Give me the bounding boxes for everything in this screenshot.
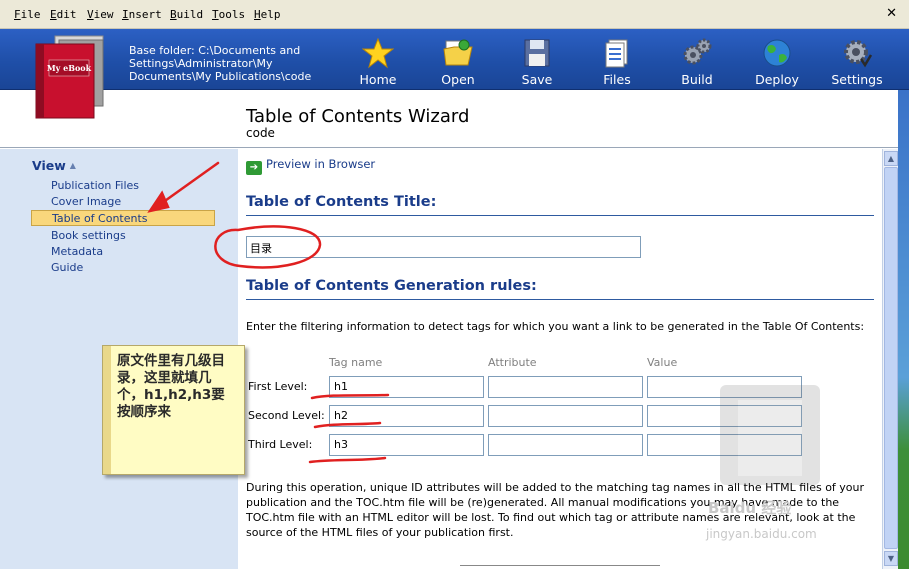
second-level-attribute-input[interactable] (488, 405, 643, 427)
menu-edit[interactable]: Edit (50, 8, 77, 21)
annotation-callout: 原文件里有几级目录，这里就填几个，h1,h2,h3要按顺序来 (102, 345, 245, 475)
title-band: Table of Contents Wizard code (0, 90, 898, 148)
nav-item-publication-files[interactable]: Publication Files (31, 178, 215, 194)
second-level-label: Second Level: (248, 409, 325, 422)
gears-icon (683, 38, 712, 65)
open-label: Open (441, 72, 475, 87)
desktop-background (898, 90, 909, 569)
settings-label: Settings (831, 72, 883, 87)
toolbar: Base folder: C:\Documents and Settings\A… (0, 29, 909, 90)
rules-heading: Table of Contents Generation rules: (246, 278, 537, 294)
menu-insert[interactable]: Insert (122, 8, 162, 21)
ebook-logo: My eBook (35, 35, 104, 119)
column-header-attribute: Attribute (488, 356, 537, 369)
menu-bar: File Edit View Insert Build Tools Help ✕ (0, 0, 909, 29)
nav-item-guide[interactable]: Guide (31, 260, 215, 276)
save-button[interactable]: Save (502, 35, 572, 87)
star-icon (362, 37, 394, 69)
close-icon[interactable]: ✕ (886, 6, 897, 21)
page-title: Table of Contents Wizard (246, 106, 470, 127)
save-label: Save (521, 72, 553, 87)
view-header-label: View (32, 158, 66, 173)
toc-title-input[interactable]: 目录 (246, 236, 641, 258)
menu-view[interactable]: View (87, 8, 114, 21)
divider (246, 215, 874, 216)
deploy-label: Deploy (755, 72, 799, 87)
open-button[interactable]: Open (423, 35, 493, 87)
arrow-right-icon: ➔ (246, 161, 262, 175)
nav-item-cover-image[interactable]: Cover Image (31, 194, 215, 210)
third-level-label: Third Level: (248, 438, 313, 451)
scroll-thumb[interactable] (884, 167, 898, 549)
toc-title-heading: Table of Contents Title: (246, 194, 437, 210)
third-level-attribute-input[interactable] (488, 434, 643, 456)
files-icon (605, 39, 628, 68)
watermark-url: jingyan.baidu.com (706, 527, 817, 541)
nav-item-book-settings[interactable]: Book settings (31, 228, 215, 244)
callout-strip (103, 346, 111, 474)
preview-label: Preview in Browser (266, 157, 376, 171)
column-header-tag-name: Tag name (329, 356, 383, 369)
watermark-text: Baidu 经验 (708, 499, 792, 517)
logo-text: My eBook (47, 63, 92, 73)
collapse-caret-icon[interactable]: ▲ (70, 161, 76, 170)
settings-gear-icon (844, 40, 873, 68)
vertical-scrollbar[interactable]: ▲ ▼ (882, 149, 898, 569)
column-header-value: Value (647, 356, 678, 369)
first-level-attribute-input[interactable] (488, 376, 643, 398)
scroll-up-icon[interactable]: ▲ (884, 151, 898, 166)
view-header[interactable]: View ▲ (32, 158, 76, 173)
base-folder-path: Base folder: C:\Documents and Settings\A… (129, 44, 312, 83)
third-level-tag-input[interactable]: h3 (329, 434, 484, 456)
open-folder-icon (443, 39, 473, 66)
watermark-book-icon (720, 385, 820, 485)
page-subtitle: code (246, 126, 275, 140)
build-button[interactable]: Build (662, 35, 732, 87)
preview-in-browser-link[interactable]: ➔ Preview in Browser (246, 157, 375, 175)
files-button[interactable]: Files (582, 35, 652, 87)
menu-tools[interactable]: Tools (212, 8, 245, 21)
first-level-label: First Level: (248, 380, 308, 393)
second-level-tag-input[interactable]: h2 (329, 405, 484, 427)
menu-help[interactable]: Help (254, 8, 281, 21)
build-label: Build (681, 72, 713, 87)
files-label: Files (603, 72, 631, 87)
globe-icon (763, 39, 791, 67)
nav-item-metadata[interactable]: Metadata (31, 244, 215, 260)
home-button[interactable]: Home (343, 35, 413, 87)
menu-build[interactable]: Build (170, 8, 203, 21)
help-text: Enter the filtering information to detec… (246, 320, 865, 333)
menu-file[interactable]: File (14, 8, 41, 21)
scroll-down-icon[interactable]: ▼ (884, 551, 898, 566)
floppy-disk-icon (524, 39, 550, 67)
first-level-tag-input[interactable]: h1 (329, 376, 484, 398)
divider (246, 299, 874, 300)
action-buttons-edge[interactable] (460, 565, 660, 569)
settings-button[interactable]: Settings (822, 35, 892, 87)
annotation-text: 原文件里有几级目录，这里就填几个，h1,h2,h3要按顺序来 (117, 353, 225, 420)
nav-item-table-of-contents[interactable]: Table of Contents (31, 210, 215, 226)
home-label: Home (359, 72, 397, 87)
deploy-button[interactable]: Deploy (742, 35, 812, 87)
